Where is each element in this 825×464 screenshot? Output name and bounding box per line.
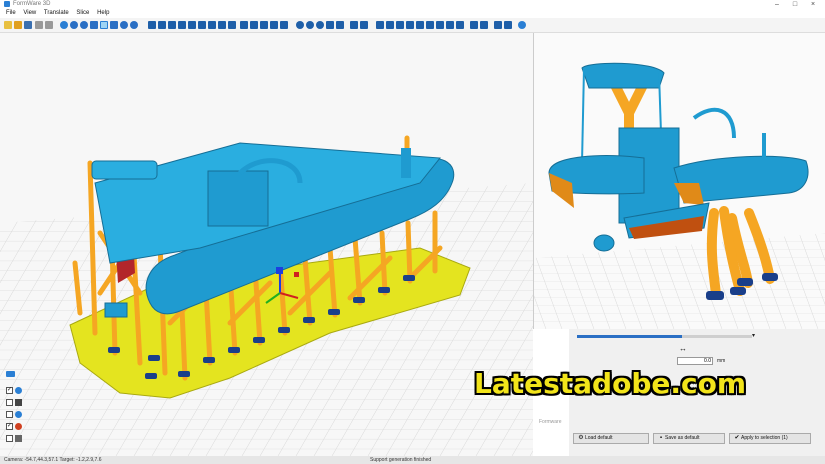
view-back-icon[interactable] <box>80 21 88 29</box>
slice-icon[interactable] <box>296 21 304 29</box>
save-as-default-label: Save as default <box>665 435 700 441</box>
camera-readout: Camera: -54.7,44.3,57.1 Target: -1.2,2.9… <box>4 457 102 463</box>
tool-d-icon[interactable] <box>406 21 414 29</box>
view-front-icon[interactable] <box>70 21 78 29</box>
layer-icon[interactable] <box>316 21 324 29</box>
support-visibility-icon <box>15 411 22 418</box>
view-left-icon[interactable] <box>90 21 98 29</box>
tool-e-icon[interactable] <box>416 21 424 29</box>
tool-i-icon[interactable] <box>456 21 464 29</box>
settings-icon[interactable] <box>350 21 358 29</box>
save-icon[interactable] <box>24 21 32 29</box>
progress-track <box>682 335 752 338</box>
view-iso-icon[interactable] <box>130 21 138 29</box>
menu-help[interactable]: Help <box>97 9 109 18</box>
checkmark-icon: ✔ <box>734 435 740 441</box>
checkbox-1[interactable]: ✓ <box>6 387 13 394</box>
apply-to-selection-label: Apply to selection (1) <box>741 435 788 441</box>
load-default-label: Load default <box>585 435 613 441</box>
support-delete-icon[interactable] <box>280 21 288 29</box>
width-arrow-icon: ↔ <box>679 344 687 353</box>
menu-file[interactable]: File <box>6 9 16 18</box>
window-title: FormWare 3D <box>13 1 51 7</box>
support-icon[interactable] <box>260 21 268 29</box>
preview-icon[interactable] <box>306 21 314 29</box>
close-icon[interactable]: × <box>806 0 820 9</box>
app-icon <box>4 1 10 7</box>
repair-icon[interactable] <box>250 21 258 29</box>
layer-toggle-icon[interactable] <box>6 371 15 377</box>
model-visibility-icon <box>15 387 22 394</box>
rotate-icon[interactable] <box>158 21 166 29</box>
hollow-icon[interactable] <box>228 21 236 29</box>
grid-visibility-icon <box>15 399 22 406</box>
preview-3d-viewport[interactable] <box>533 33 825 329</box>
status-bar: Camera: -54.7,44.3,57.1 Target: -1.2,2.9… <box>0 456 825 464</box>
tool-f-icon[interactable] <box>426 21 434 29</box>
tool-b-icon[interactable] <box>386 21 394 29</box>
sphere-view-icon[interactable] <box>60 21 68 29</box>
move-icon[interactable] <box>148 21 156 29</box>
progress-bar <box>577 335 682 338</box>
title-bar: FormWare 3D – □ × <box>0 0 825 9</box>
scale-icon[interactable] <box>168 21 176 29</box>
tool-a-icon[interactable] <box>376 21 384 29</box>
new-file-icon[interactable] <box>4 21 12 29</box>
menu-slice[interactable]: Slice <box>76 9 89 18</box>
maximize-icon[interactable]: □ <box>788 0 802 9</box>
tool-l-icon[interactable] <box>494 21 502 29</box>
watermark-text: Latestadobe.com <box>474 367 747 400</box>
tool-n-icon[interactable] <box>518 21 526 29</box>
view-top-icon[interactable] <box>110 21 118 29</box>
view-bottom-icon[interactable] <box>120 21 128 29</box>
menu-bar: File View Translate Slice Help <box>0 9 825 18</box>
tool-g-icon[interactable] <box>436 21 444 29</box>
main-3d-viewport[interactable]: ✓ ✓ <box>0 33 533 456</box>
arrange-icon[interactable] <box>198 21 206 29</box>
checkbox-5[interactable] <box>6 435 13 442</box>
tool-j-icon[interactable] <box>470 21 478 29</box>
support-edit-icon[interactable] <box>270 21 278 29</box>
export-icon[interactable] <box>326 21 334 29</box>
measure-icon[interactable] <box>240 21 248 29</box>
save-as-default-button[interactable]: ▪ Save as default <box>653 433 725 444</box>
status-message: Support generation finished <box>370 457 432 463</box>
tool-m-icon[interactable] <box>504 21 512 29</box>
load-default-button[interactable]: ⚙Load default <box>573 433 649 444</box>
tool-k-icon[interactable] <box>480 21 488 29</box>
view-right-icon[interactable] <box>100 21 108 29</box>
viewport-scene <box>0 33 533 456</box>
apply-to-selection-button[interactable]: ✔Apply to selection (1) <box>729 433 811 444</box>
panel-dropdown-icon[interactable]: ▾ <box>752 332 755 339</box>
mirror-icon[interactable] <box>178 21 186 29</box>
checkbox-2[interactable] <box>6 399 13 406</box>
tool-c-icon[interactable] <box>396 21 404 29</box>
save-icon: ▪ <box>659 435 663 441</box>
printer-icon[interactable] <box>336 21 344 29</box>
minimize-icon[interactable]: – <box>770 0 784 9</box>
overhang-visibility-icon <box>15 423 22 430</box>
cut-icon[interactable] <box>218 21 226 29</box>
menu-view[interactable]: View <box>23 9 36 18</box>
tool-h-icon[interactable] <box>446 21 454 29</box>
toolbar <box>0 18 825 33</box>
redo-icon[interactable] <box>45 21 53 29</box>
menu-translate[interactable]: Translate <box>44 9 69 18</box>
open-folder-icon[interactable] <box>14 21 22 29</box>
checkbox-4[interactable]: ✓ <box>6 423 13 430</box>
gear-icon: ⚙ <box>578 435 584 441</box>
preview-scene <box>534 33 825 329</box>
duplicate-icon[interactable] <box>188 21 196 29</box>
footer-label: Formware <box>539 419 562 425</box>
undo-icon[interactable] <box>35 21 43 29</box>
center-icon[interactable] <box>208 21 216 29</box>
material-icon[interactable] <box>360 21 368 29</box>
plate-visibility-icon <box>15 435 22 442</box>
checkbox-3[interactable] <box>6 411 13 418</box>
